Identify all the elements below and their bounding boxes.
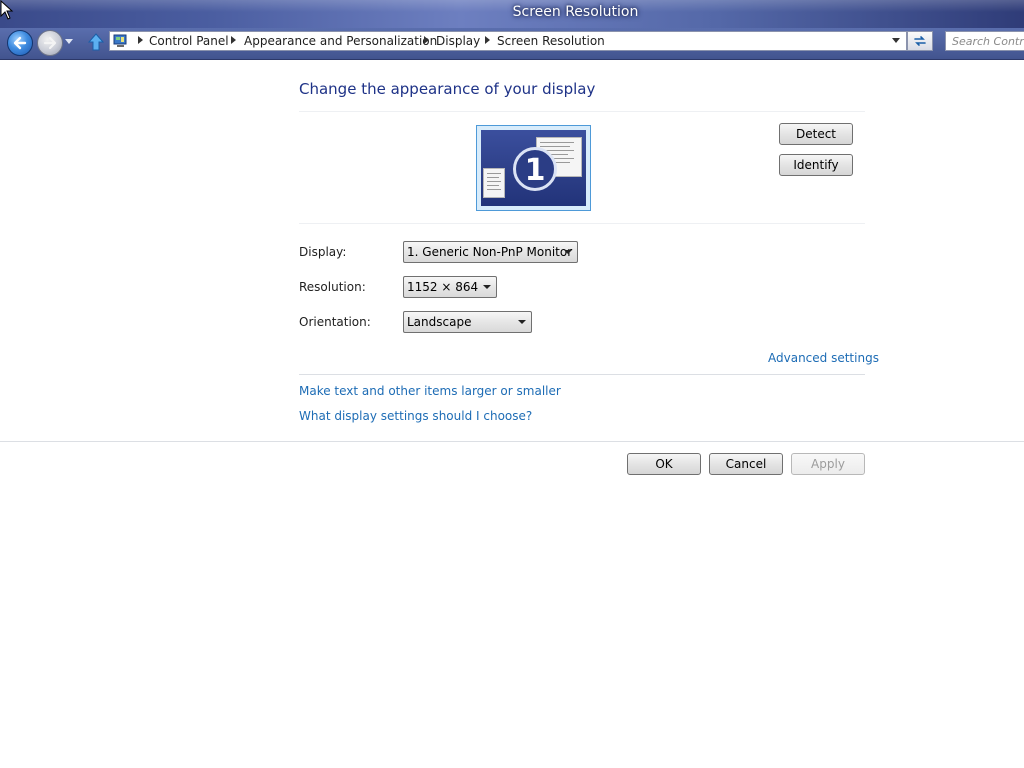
breadcrumb-separator-icon[interactable] bbox=[138, 36, 143, 44]
refresh-icon bbox=[914, 36, 926, 46]
divider bbox=[299, 111, 865, 112]
resolution-select[interactable]: 1152 × 864 bbox=[403, 276, 497, 298]
chevron-down-icon bbox=[564, 250, 572, 254]
footer-divider bbox=[0, 441, 1024, 442]
page-title: Change the appearance of your display bbox=[299, 80, 596, 98]
preview-document-icon bbox=[483, 168, 505, 198]
forward-button[interactable] bbox=[37, 30, 63, 56]
orientation-select[interactable]: Landscape bbox=[403, 311, 532, 333]
display-select-value: 1. Generic Non-PnP Monitor bbox=[407, 245, 573, 259]
breadcrumb-control-panel[interactable]: Control Panel bbox=[149, 34, 229, 48]
divider bbox=[299, 374, 865, 375]
cancel-button[interactable]: Cancel bbox=[709, 453, 783, 475]
back-button[interactable] bbox=[7, 30, 33, 56]
mouse-cursor-icon bbox=[0, 0, 14, 20]
refresh-button[interactable] bbox=[907, 31, 933, 51]
apply-button[interactable]: Apply bbox=[791, 453, 865, 475]
monitor-number-badge: 1 bbox=[513, 147, 557, 191]
control-panel-icon bbox=[113, 34, 127, 47]
advanced-settings-link[interactable]: Advanced settings bbox=[768, 351, 879, 365]
back-arrow-icon bbox=[13, 36, 27, 50]
chevron-down-icon bbox=[483, 285, 491, 289]
orientation-label: Orientation: bbox=[299, 315, 371, 329]
address-bar[interactable]: Control Panel Appearance and Personaliza… bbox=[109, 31, 907, 51]
breadcrumb-separator-icon[interactable] bbox=[231, 36, 236, 44]
display-label: Display: bbox=[299, 245, 347, 259]
forward-arrow-icon bbox=[43, 36, 57, 50]
address-history-dropdown-icon[interactable] bbox=[892, 38, 900, 43]
orientation-select-value: Landscape bbox=[407, 315, 472, 329]
monitor-number: 1 bbox=[524, 153, 546, 188]
identify-button[interactable]: Identify bbox=[779, 154, 853, 176]
breadcrumb-screen-resolution[interactable]: Screen Resolution bbox=[497, 34, 605, 48]
text-size-link[interactable]: Make text and other items larger or smal… bbox=[299, 384, 561, 398]
display-select[interactable]: 1. Generic Non-PnP Monitor bbox=[403, 241, 578, 263]
ok-button[interactable]: OK bbox=[627, 453, 701, 475]
monitor-1-preview[interactable]: 1 bbox=[476, 125, 591, 211]
detect-button[interactable]: Detect bbox=[779, 123, 853, 145]
resolution-select-value: 1152 × 864 bbox=[407, 280, 479, 294]
search-input[interactable] bbox=[946, 32, 1024, 50]
chevron-down-icon bbox=[518, 320, 526, 324]
breadcrumb-appearance[interactable]: Appearance and Personalization bbox=[244, 34, 437, 48]
search-box[interactable] bbox=[945, 31, 1024, 51]
window-title: Screen Resolution bbox=[512, 4, 639, 20]
display-settings-help-link[interactable]: What display settings should I choose? bbox=[299, 409, 532, 423]
breadcrumb-display[interactable]: Display bbox=[436, 34, 480, 48]
divider bbox=[299, 223, 865, 224]
recent-pages-dropdown-icon[interactable] bbox=[64, 38, 74, 46]
up-level-icon[interactable] bbox=[87, 32, 105, 52]
breadcrumb-separator-icon[interactable] bbox=[485, 36, 490, 44]
breadcrumb-separator-icon[interactable] bbox=[424, 36, 429, 44]
resolution-label: Resolution: bbox=[299, 280, 366, 294]
monitor-screen: 1 bbox=[481, 130, 586, 206]
title-bar: Screen Resolution bbox=[0, 0, 1024, 28]
